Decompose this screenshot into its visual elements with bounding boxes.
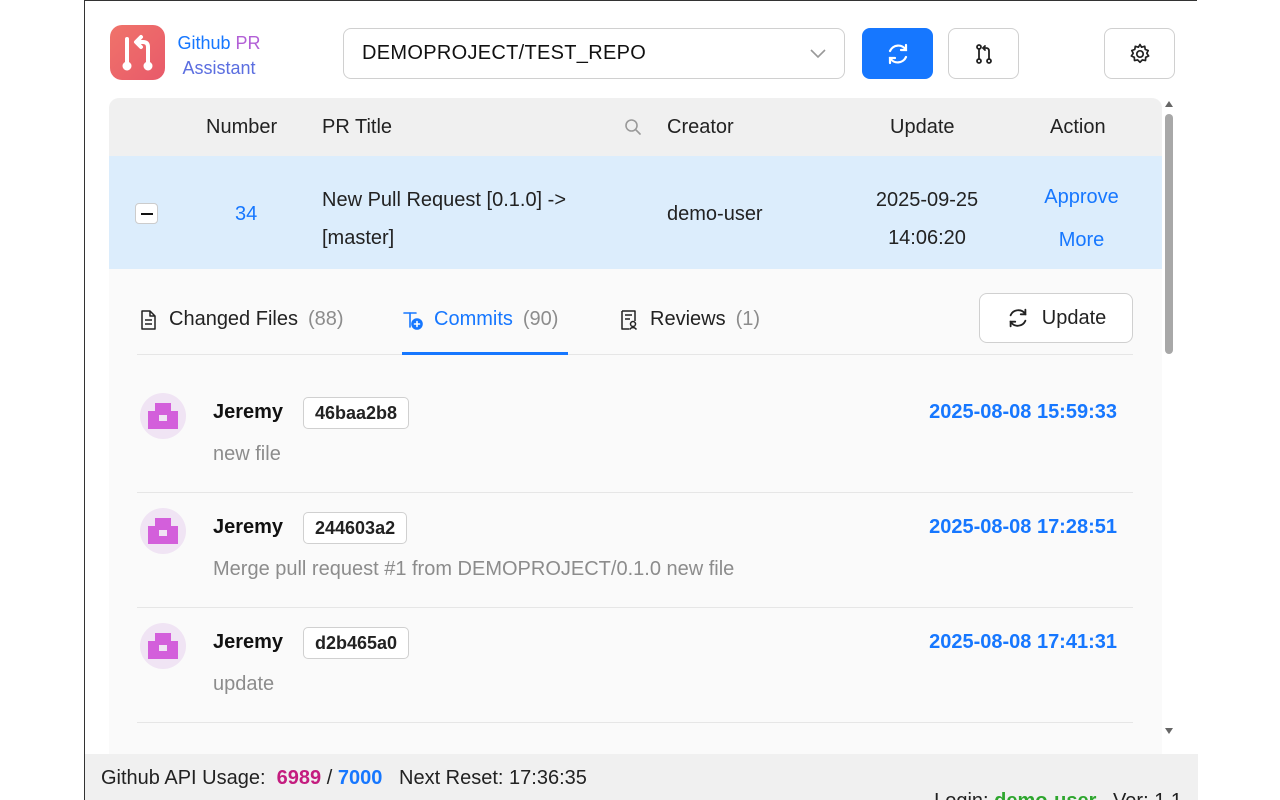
gear-icon	[1130, 43, 1149, 63]
pr-update-time: 2025-09-25 14:06:20	[847, 181, 1007, 257]
pr-creator: demo-user	[667, 203, 763, 225]
tab-reviews[interactable]: Reviews (1)	[618, 308, 760, 331]
pr-number[interactable]: 34	[235, 203, 257, 226]
commit-author: Jeremy	[213, 516, 284, 538]
settings-button[interactable]	[1104, 28, 1175, 79]
column-header-creator[interactable]: Creator	[667, 116, 734, 139]
brand-line1-a: Github	[177, 33, 236, 53]
pr-title: New Pull Request [0.1.0] -> [master]	[322, 189, 567, 249]
brand-line1-b: PR	[235, 33, 261, 53]
scroll-down-arrow[interactable]	[1165, 728, 1173, 734]
file-icon	[141, 309, 156, 330]
detail-tabs: Changed Files (88) Commits (90) Reviews …	[137, 293, 1133, 355]
pr-update-clock: 14:06:20	[888, 227, 966, 249]
pr-update-date: 2025-09-25	[875, 189, 979, 211]
brand-title: Github PR Assistant	[173, 31, 265, 81]
update-button[interactable]: Update	[979, 293, 1133, 343]
commit-sha[interactable]: 46baa2b8	[303, 397, 410, 429]
column-header-number[interactable]: Number	[206, 116, 277, 139]
scrollbar[interactable]	[1162, 98, 1176, 744]
api-usage-limit: 7000	[337, 767, 383, 789]
commit-date: 2025-08-08 17:28:51	[929, 516, 1117, 538]
commit-icon	[403, 311, 423, 330]
table-header: Number PR Title Creator Update Action	[109, 98, 1162, 156]
status-bar: Github API Usage: 6989 / 7000 Next Reset…	[85, 754, 1198, 800]
api-usage-separator: /	[321, 767, 338, 789]
chevron-down-icon	[810, 49, 826, 59]
column-header-action: Action	[1050, 116, 1106, 138]
commit-author: Jeremy	[213, 631, 284, 653]
table-row[interactable]: 34 New Pull Request [0.1.0] -> [master] …	[109, 156, 1162, 269]
pr-actions: Approve More	[1029, 176, 1134, 262]
avatar	[140, 393, 186, 439]
login-user: demo-user	[994, 790, 1096, 800]
commit-date: 2025-08-08 17:41:31	[929, 631, 1117, 653]
tab-count: (1)	[735, 308, 761, 330]
version-label: Ver: 1.1	[1096, 790, 1182, 800]
tab-commits[interactable]: Commits (90)	[402, 308, 558, 331]
list-item: Jeremy d2b465a0 2025-08-08 17:41:31 upda…	[137, 608, 1133, 723]
list-item: Jeremy 244603a2 2025-08-08 17:28:51 Merg…	[137, 493, 1133, 608]
pull-request-button[interactable]	[948, 28, 1019, 79]
next-reset-label: Next Reset:	[382, 767, 510, 789]
repo-select-value: DEMOPROJECT/TEST_REPO	[362, 42, 647, 64]
column-header-update[interactable]: Update	[890, 116, 955, 139]
tab-count: (90)	[522, 308, 559, 330]
tab-label: Changed Files	[169, 308, 298, 330]
repo-select[interactable]: DEMOPROJECT/TEST_REPO	[343, 28, 845, 79]
pr-table: Number PR Title Creator Update Action 34…	[109, 98, 1162, 754]
update-button-label: Update	[1041, 306, 1107, 329]
refresh-button[interactable]	[862, 28, 933, 79]
approve-link[interactable]: Approve	[1029, 176, 1134, 219]
tab-count: (88)	[307, 308, 344, 330]
avatar	[140, 623, 186, 669]
pull-request-icon	[110, 25, 165, 80]
commit-author: Jeremy	[213, 401, 284, 423]
brand-line2: Assistant	[182, 58, 256, 78]
refresh-icon	[888, 43, 907, 64]
commit-sha[interactable]: d2b465a0	[303, 627, 410, 659]
commit-date: 2025-08-08 15:59:33	[929, 401, 1117, 423]
pull-request-icon	[975, 43, 992, 64]
tab-changed-files[interactable]: Changed Files (88)	[137, 308, 344, 331]
tab-label: Commits	[434, 308, 513, 330]
commit-sha[interactable]: 244603a2	[303, 512, 408, 544]
active-tab-indicator	[402, 352, 568, 355]
scrollbar-thumb[interactable]	[1165, 114, 1173, 354]
refresh-icon	[1009, 308, 1027, 328]
list-item: Jeremy 46baa2b8 2025-08-08 15:59:33 new …	[137, 378, 1133, 493]
more-link[interactable]: More	[1029, 219, 1134, 262]
api-usage: Github API Usage: 6989 / 7000 Next Reset…	[101, 767, 587, 790]
scroll-up-arrow[interactable]	[1165, 101, 1173, 107]
api-usage-used: 6989	[276, 767, 322, 789]
collapse-row-button[interactable]	[135, 203, 158, 224]
next-reset-time: 17:36:35	[509, 767, 587, 789]
login-label: Login:	[934, 790, 994, 800]
review-icon	[621, 309, 638, 330]
column-header-title[interactable]: PR Title	[322, 116, 392, 139]
search-icon[interactable]	[624, 118, 642, 136]
login-info: Login: demo-user Ver: 1.1	[901, 767, 1182, 800]
app-window: Github PR Assistant DEMOPROJECT/TEST_REP…	[84, 0, 1198, 800]
commit-message: new file	[213, 443, 281, 465]
commit-message: Merge pull request #1 from DEMOPROJECT/0…	[213, 558, 735, 580]
avatar	[140, 508, 186, 554]
tab-label: Reviews	[650, 308, 726, 330]
api-usage-label: Github API Usage:	[101, 767, 277, 789]
commit-message: update	[213, 673, 275, 695]
